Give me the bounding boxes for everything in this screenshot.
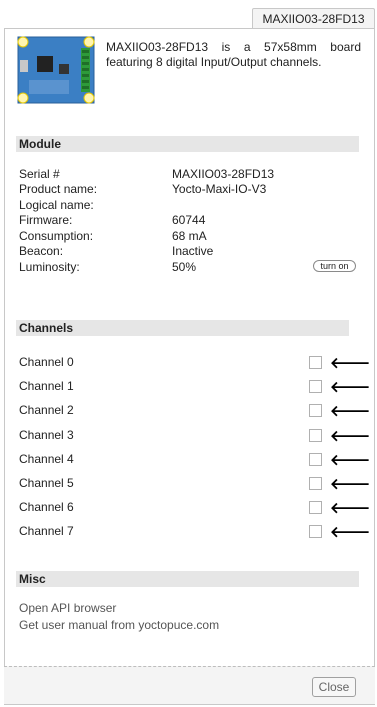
channel-checkbox-6[interactable] [309,501,322,514]
channel-label-5: Channel 5 [19,476,74,490]
channels-section-header: Channels [16,320,349,336]
channel-label-3: Channel 3 [19,428,74,442]
channel-checkbox-4[interactable] [309,453,322,466]
consumption-label: Consumption: [19,229,94,243]
device-tab[interactable]: MAXIIO03-28FD13 [252,8,375,28]
channel-checkbox-5[interactable] [309,477,322,490]
misc-section-header: Misc [16,571,359,587]
beacon-label: Beacon: [19,244,64,258]
channel-checkbox-7[interactable] [309,525,322,538]
channel-label-1: Channel 1 [19,379,74,393]
channel-label-2: Channel 2 [19,403,74,417]
arrow-left-icon: 🡐 [330,355,371,372]
firmware-value: 60744 [172,213,206,227]
serial-label: Serial # [19,167,60,181]
close-button[interactable]: Close [312,677,356,697]
channel-checkbox-1[interactable] [309,380,322,393]
product-name-value: Yocto-Maxi-IO-V3 [172,182,267,196]
channel-checkbox-3[interactable] [309,429,322,442]
serial-value: MAXIIO03-28FD13 [172,167,275,181]
board-image [17,36,95,104]
channel-label-6: Channel 6 [19,500,74,514]
arrow-left-icon: 🡐 [330,476,371,493]
arrow-left-icon: 🡐 [330,428,371,445]
firmware-label: Firmware: [19,213,73,227]
luminosity-label: Luminosity: [19,260,80,274]
arrow-left-icon: 🡐 [330,500,371,517]
arrow-left-icon: 🡐 [330,524,371,541]
channel-checkbox-0[interactable] [309,356,322,369]
arrow-left-icon: 🡐 [330,403,371,420]
luminosity-value: 50% [172,260,197,274]
device-description: MAXIIO03-28FD13 is a 57x58mm board featu… [106,40,361,69]
product-name-label: Product name: [19,182,98,196]
channel-label-0: Channel 0 [19,355,74,369]
logical-name-label: Logical name: [19,198,94,212]
open-api-browser-link[interactable]: Open API browser [19,601,116,616]
arrow-left-icon: 🡐 [330,379,371,396]
channel-checkbox-2[interactable] [309,404,322,417]
channel-label-4: Channel 4 [19,452,74,466]
user-manual-link[interactable]: Get user manual from yoctopuce.com [19,618,219,633]
module-section-header: Module [16,136,359,152]
channel-label-7: Channel 7 [19,524,74,538]
arrow-left-icon: 🡐 [330,452,371,469]
beacon-turn-on-button[interactable]: turn on [313,260,356,272]
consumption-value: 68 mA [172,229,207,243]
beacon-value: Inactive [172,244,214,258]
